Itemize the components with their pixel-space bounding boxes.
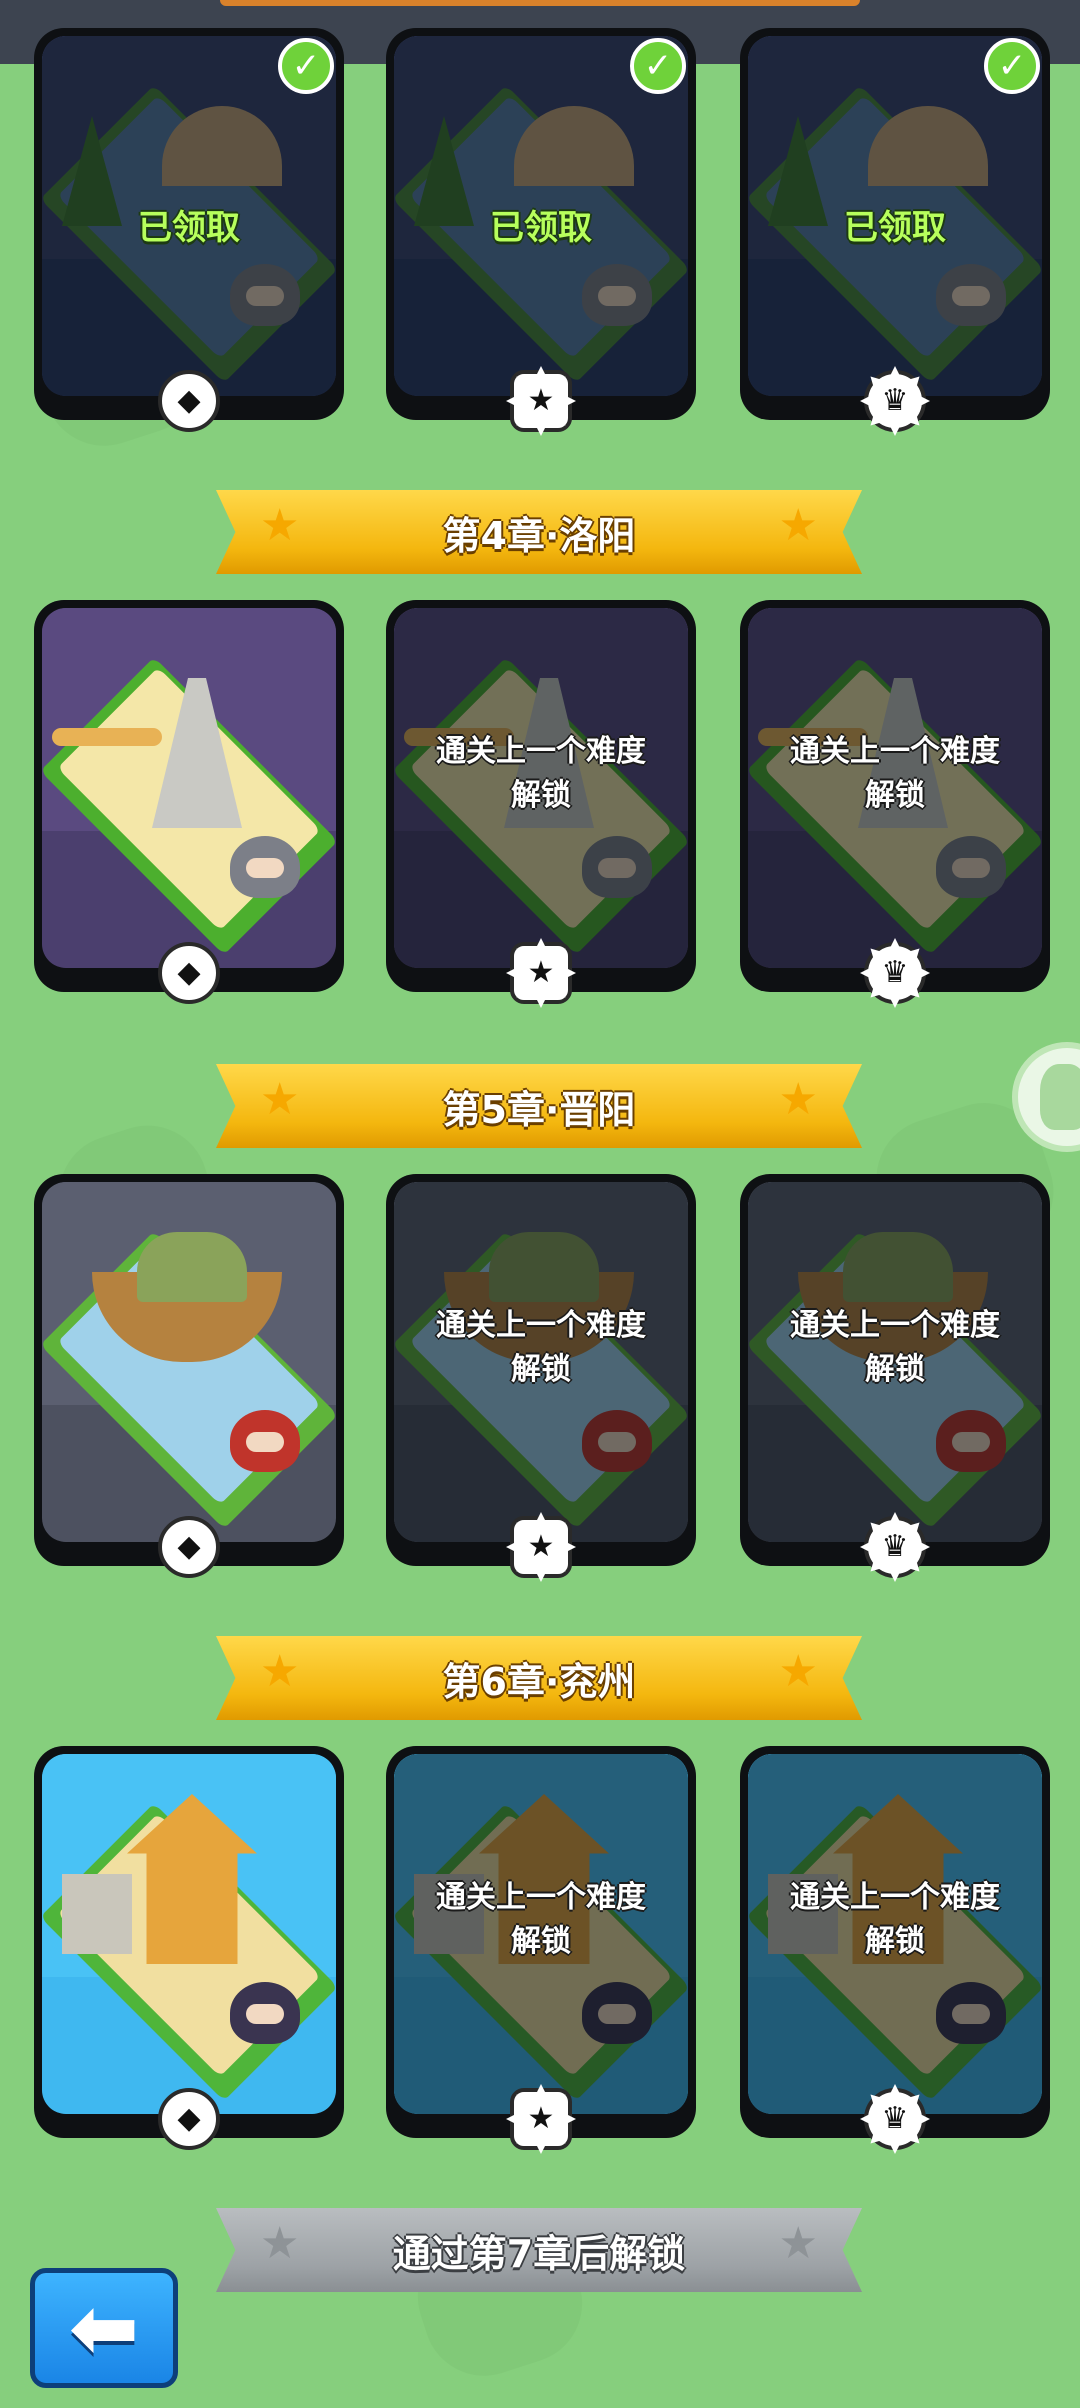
chapter-3-hard-card[interactable]: ✓ 已领取 ★ bbox=[386, 28, 696, 432]
chapter-4-normal-card[interactable]: ◆ bbox=[34, 600, 344, 1004]
banner-star-icon: ★ bbox=[778, 500, 818, 551]
normal-difficulty-icon: ◆ bbox=[158, 370, 220, 432]
banner-star-icon: ★ bbox=[260, 1646, 300, 1697]
chapter-3-hell-card[interactable]: ✓ 已领取 ♛ bbox=[740, 28, 1050, 432]
locked-hint: 通关上一个难度 解锁 bbox=[740, 1876, 1050, 1964]
back-arrow-icon: ⬅ bbox=[68, 2279, 140, 2377]
banner-star-icon: ★ bbox=[778, 2218, 818, 2269]
locked-chapter-title: 通过第7章后解锁 bbox=[392, 2231, 686, 2276]
hard-difficulty-icon: ★ bbox=[510, 370, 572, 432]
chapter-6-hard-card[interactable]: 通关上一个难度 解锁 ★ bbox=[386, 1746, 696, 2150]
locked-hint-line2: 解锁 bbox=[511, 1924, 571, 1959]
claimed-check-icon: ✓ bbox=[278, 38, 334, 94]
banner-star-icon: ★ bbox=[260, 2218, 300, 2269]
hard-difficulty-icon: ★ bbox=[510, 2088, 572, 2150]
avatar-icon bbox=[1040, 1064, 1080, 1130]
banner-star-icon: ★ bbox=[778, 1646, 818, 1697]
locked-hint: 通关上一个难度 解锁 bbox=[740, 1304, 1050, 1392]
chapter-5-banner: ★ 第5章·晋阳 ★ bbox=[216, 1064, 862, 1148]
chapter-5-title: 第5章·晋阳 bbox=[442, 1087, 636, 1132]
claimed-label: 已领取 bbox=[138, 208, 240, 248]
locked-hint-line2: 解锁 bbox=[865, 778, 925, 813]
locked-chapter-banner: ★ 通过第7章后解锁 ★ bbox=[216, 2208, 862, 2292]
hell-difficulty-icon: ♛ bbox=[864, 370, 926, 432]
banner-star-icon: ★ bbox=[260, 1074, 300, 1125]
chapter-6-hell-card[interactable]: 通关上一个难度 解锁 ♛ bbox=[740, 1746, 1050, 2150]
chapter-5-hard-card[interactable]: 通关上一个难度 解锁 ★ bbox=[386, 1174, 696, 1578]
back-button[interactable]: ⬅ bbox=[30, 2268, 178, 2388]
locked-hint-line2: 解锁 bbox=[511, 1352, 571, 1387]
chapter-4-banner: ★ 第4章·洛阳 ★ bbox=[216, 490, 862, 574]
normal-difficulty-icon: ◆ bbox=[158, 1516, 220, 1578]
hard-difficulty-icon: ★ bbox=[510, 1516, 572, 1578]
chapter-6-title: 第6章·兖州 bbox=[442, 1659, 636, 1704]
chapter-6-banner: ★ 第6章·兖州 ★ bbox=[216, 1636, 862, 1720]
locked-hint: 通关上一个难度 解锁 bbox=[740, 730, 1050, 818]
locked-hint-line1: 通关上一个难度 bbox=[790, 734, 1000, 769]
locked-hint-line1: 通关上一个难度 bbox=[790, 1308, 1000, 1343]
claimed-label: 已领取 bbox=[844, 208, 946, 248]
normal-difficulty-icon: ◆ bbox=[158, 942, 220, 1004]
locked-hint: 通关上一个难度 解锁 bbox=[386, 1876, 696, 1964]
locked-hint-line1: 通关上一个难度 bbox=[790, 1880, 1000, 1915]
normal-difficulty-icon: ◆ bbox=[158, 2088, 220, 2150]
locked-hint: 通关上一个难度 解锁 bbox=[386, 730, 696, 818]
locked-hint: 通关上一个难度 解锁 bbox=[386, 1304, 696, 1392]
hard-difficulty-icon: ★ bbox=[510, 942, 572, 1004]
locked-hint-line2: 解锁 bbox=[865, 1924, 925, 1959]
chapter-6-normal-card[interactable]: ◆ bbox=[34, 1746, 344, 2150]
chapter-5-normal-card[interactable]: ◆ bbox=[34, 1174, 344, 1578]
locked-hint-line1: 通关上一个难度 bbox=[436, 1308, 646, 1343]
claimed-label: 已领取 bbox=[490, 208, 592, 248]
locked-hint-line1: 通关上一个难度 bbox=[436, 1880, 646, 1915]
chapter-3-normal-card[interactable]: ✓ 已领取 ◆ bbox=[34, 28, 344, 432]
hell-difficulty-icon: ♛ bbox=[864, 942, 926, 1004]
locked-hint-line1: 通关上一个难度 bbox=[436, 734, 646, 769]
chapter-4-hard-card[interactable]: 通关上一个难度 解锁 ★ bbox=[386, 600, 696, 1004]
locked-hint-line2: 解锁 bbox=[511, 778, 571, 813]
claimed-check-icon: ✓ bbox=[984, 38, 1040, 94]
hell-difficulty-icon: ♛ bbox=[864, 2088, 926, 2150]
chapter-4-hell-card[interactable]: 通关上一个难度 解锁 ♛ bbox=[740, 600, 1050, 1004]
chapter-5-hell-card[interactable]: 通关上一个难度 解锁 ♛ bbox=[740, 1174, 1050, 1578]
banner-star-icon: ★ bbox=[260, 500, 300, 551]
banner-star-icon: ★ bbox=[778, 1074, 818, 1125]
claimed-check-icon: ✓ bbox=[630, 38, 686, 94]
locked-hint-line2: 解锁 bbox=[865, 1352, 925, 1387]
hell-difficulty-icon: ♛ bbox=[864, 1516, 926, 1578]
chapter-4-title: 第4章·洛阳 bbox=[442, 513, 636, 558]
